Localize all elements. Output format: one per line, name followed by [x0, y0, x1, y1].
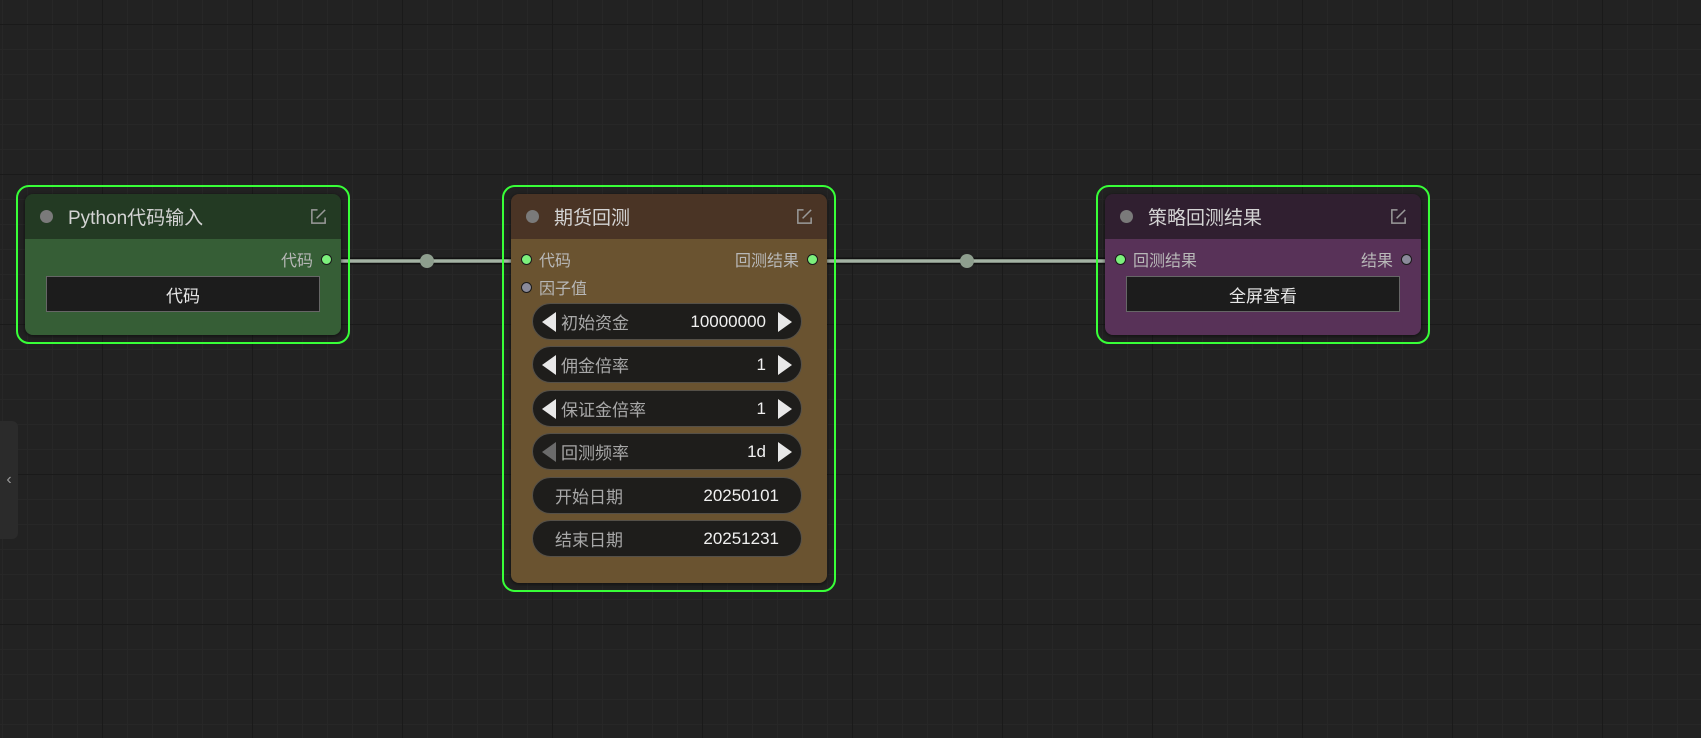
code-editor-button[interactable]: 代码 — [46, 276, 320, 312]
node-title: 策略回测结果 — [1148, 208, 1263, 229]
node-title: Python代码输入 — [68, 208, 204, 229]
output-slot-backtest-result[interactable]: 回测结果 — [734, 249, 818, 270]
slot-connector-icon[interactable] — [521, 281, 532, 293]
widget-end-date[interactable]: 结束日期 20251231 — [532, 520, 802, 557]
widget-initial-capital[interactable]: 初始资金 10000000 — [532, 303, 802, 340]
slot-label: 代码 — [539, 253, 572, 270]
slot-label: 回测结果 — [734, 253, 799, 270]
decrement-arrow-icon[interactable] — [542, 354, 556, 375]
button-label: 全屏查看 — [1229, 286, 1297, 306]
input-slot-backtest-result[interactable]: 回测结果 — [1115, 249, 1198, 270]
node-header[interactable]: Python代码输入 — [25, 194, 341, 239]
previous-option-arrow-icon[interactable] — [542, 441, 556, 462]
node-header[interactable]: 策略回测结果 — [1105, 194, 1421, 239]
link-center-handle — [960, 254, 974, 268]
widget-value[interactable]: 1 — [757, 355, 766, 375]
slot-connector-icon[interactable] — [1115, 253, 1126, 265]
widget-value[interactable]: 10000000 — [690, 312, 766, 332]
collapse-dot-icon[interactable] — [1120, 210, 1133, 223]
slot-connector-icon[interactable] — [1401, 253, 1412, 265]
slot-connector-icon[interactable] — [807, 253, 818, 265]
node-futures-backtest[interactable]: 期货回测 代码 因子值 回测结果 初始资金 10000000 佣金倍率 1 保证… — [502, 185, 836, 592]
widget-label: 初始资金 — [561, 314, 629, 333]
slot-label: 因子值 — [539, 281, 588, 298]
edit-icon[interactable] — [795, 207, 814, 226]
widget-start-date[interactable]: 开始日期 20250101 — [532, 477, 802, 514]
widget-label: 结束日期 — [555, 531, 623, 550]
widget-label: 保证金倍率 — [561, 401, 646, 420]
link-code[interactable] — [327, 254, 527, 268]
widget-label: 回测频率 — [561, 444, 629, 463]
widget-label: 开始日期 — [555, 488, 623, 507]
sidebar-toggle[interactable]: ‹ — [0, 421, 18, 539]
edit-icon[interactable] — [309, 207, 328, 226]
widget-label: 佣金倍率 — [561, 357, 629, 376]
increment-arrow-icon[interactable] — [778, 311, 792, 332]
button-label: 代码 — [166, 286, 200, 306]
edit-icon[interactable] — [1389, 207, 1408, 226]
collapse-dot-icon[interactable] — [526, 210, 539, 223]
slot-label: 代码 — [280, 253, 313, 270]
decrement-arrow-icon[interactable] — [542, 311, 556, 332]
fullscreen-view-button[interactable]: 全屏查看 — [1126, 276, 1400, 312]
widget-value[interactable]: 20250101 — [703, 486, 779, 506]
decrement-arrow-icon[interactable] — [542, 398, 556, 419]
widget-value[interactable]: 20251231 — [703, 529, 779, 549]
widget-value[interactable]: 1 — [757, 399, 766, 419]
widget-value[interactable]: 1d — [747, 442, 766, 462]
slot-label: 回测结果 — [1133, 253, 1198, 270]
node-strategy-result[interactable]: 策略回测结果 回测结果 结果 全屏查看 — [1096, 185, 1430, 344]
node-title: 期货回测 — [554, 208, 631, 229]
slot-connector-icon[interactable] — [521, 253, 532, 265]
node-header[interactable]: 期货回测 — [511, 194, 827, 239]
chevron-left-icon: ‹ — [6, 471, 12, 488]
input-slot-code[interactable]: 代码 — [521, 249, 572, 270]
link-center-handle — [420, 254, 434, 268]
output-slot-result[interactable]: 结果 — [1360, 249, 1412, 270]
increment-arrow-icon[interactable] — [778, 398, 792, 419]
widget-commission-multiplier[interactable]: 佣金倍率 1 — [532, 346, 802, 383]
widget-margin-multiplier[interactable]: 保证金倍率 1 — [532, 390, 802, 427]
slot-label: 结果 — [1360, 253, 1393, 270]
widget-backtest-frequency[interactable]: 回测频率 1d — [532, 433, 802, 470]
node-python-input[interactable]: Python代码输入 代码 代码 — [16, 185, 350, 344]
input-slot-factor-value[interactable]: 因子值 — [521, 277, 588, 298]
link-backtest-result[interactable] — [814, 254, 1120, 268]
node-links — [327, 254, 1120, 268]
slot-connector-icon[interactable] — [321, 253, 332, 265]
collapse-dot-icon[interactable] — [40, 210, 53, 223]
next-option-arrow-icon[interactable] — [778, 441, 792, 462]
output-slot-code[interactable]: 代码 — [280, 249, 332, 270]
increment-arrow-icon[interactable] — [778, 354, 792, 375]
